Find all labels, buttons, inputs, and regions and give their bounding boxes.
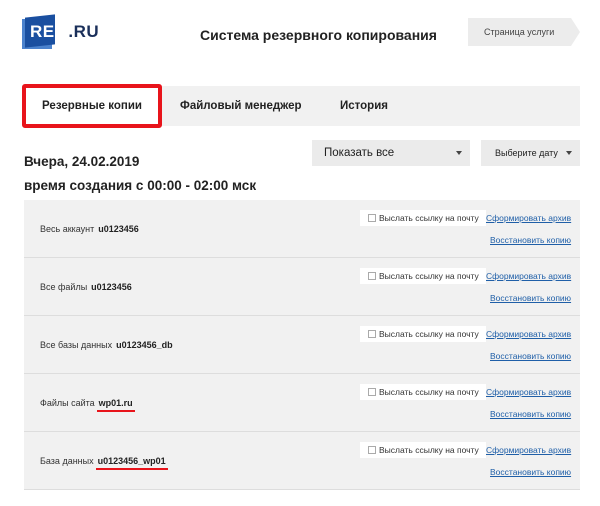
row-value: u0123456: [91, 282, 132, 292]
row-value-text: u0123456_wp01: [97, 456, 166, 466]
send-email-label: Выслать ссылку на почту: [379, 445, 479, 455]
create-archive-link[interactable]: Сформировать архив: [486, 271, 571, 281]
backup-row: Файлы сайта wp01.ru Выслать ссылку на поч…: [24, 374, 580, 432]
restore-copy-link[interactable]: Восстановить копию: [490, 409, 571, 419]
create-archive-link[interactable]: Сформировать архив: [486, 329, 571, 339]
row-label: Файлы сайта wp01.ru: [40, 398, 135, 412]
backup-time-range: время создания с 00:00 - 02:00 мск: [24, 178, 257, 193]
send-email-checkbox[interactable]: [368, 330, 376, 338]
logo-text-suffix: .RU: [68, 22, 100, 41]
date-select-value: Выберите дату: [495, 148, 558, 158]
chevron-down-icon: [456, 151, 462, 155]
send-email-option[interactable]: Выслать ссылку на почту: [360, 210, 486, 226]
show-filter-value: Показать все: [324, 147, 395, 159]
row-value: u0123456: [98, 224, 139, 234]
logo-text: REG.RU: [30, 22, 99, 42]
row-label: Все файлы u0123456: [40, 282, 132, 292]
date-select[interactable]: Выберите дату: [481, 140, 580, 166]
send-email-label: Выслать ссылку на почту: [379, 271, 479, 281]
row-label-text: База данных: [40, 456, 94, 466]
send-email-option[interactable]: Выслать ссылку на почту: [360, 442, 486, 458]
reg-ru-logo[interactable]: REG.RU: [22, 14, 102, 49]
send-email-checkbox[interactable]: [368, 214, 376, 222]
restore-copy-link[interactable]: Восстановить копию: [490, 351, 571, 361]
send-email-label: Выслать ссылку на почту: [379, 213, 479, 223]
restore-copy-link[interactable]: Восстановить копию: [490, 235, 571, 245]
logo-text-main: REG: [30, 22, 69, 41]
create-archive-link[interactable]: Сформировать архив: [486, 445, 571, 455]
tab-file-manager[interactable]: Файловый менеджер: [180, 86, 302, 126]
send-email-option[interactable]: Выслать ссылку на почту: [360, 326, 486, 342]
backup-row: Все файлы u0123456 Выслать ссылку на почт…: [24, 258, 580, 316]
row-value: u0123456_wp01: [95, 456, 168, 470]
backup-list: Весь аккаунт u0123456 Выслать ссылку на п…: [24, 200, 580, 490]
send-email-checkbox[interactable]: [368, 446, 376, 454]
row-label-text: Файлы сайта: [40, 398, 95, 408]
restore-copy-link[interactable]: Восстановить копию: [490, 293, 571, 303]
show-filter-select[interactable]: Показать все: [312, 140, 470, 166]
send-email-label: Выслать ссылку на почту: [379, 387, 479, 397]
annotation-underline: [95, 468, 168, 470]
row-value-text: wp01.ru: [98, 398, 133, 408]
page-title: Система резервного копирования: [200, 27, 437, 43]
send-email-label: Выслать ссылку на почту: [379, 329, 479, 339]
send-email-option[interactable]: Выслать ссылку на почту: [360, 268, 486, 284]
backup-date: Вчера, 24.02.2019: [24, 154, 140, 169]
row-label: База данных u0123456_wp01: [40, 456, 168, 470]
backup-row: Все базы данных u0123456_db Выслать ссылк…: [24, 316, 580, 374]
row-label: Все базы данных u0123456_db: [40, 340, 173, 350]
send-email-checkbox[interactable]: [368, 388, 376, 396]
tab-bar: Резервные копии Файловый менеджер Истори…: [22, 86, 580, 126]
create-archive-link[interactable]: Сформировать архив: [486, 387, 571, 397]
row-label-text: Весь аккаунт: [40, 224, 95, 234]
row-label-text: Все базы данных: [40, 340, 113, 350]
row-label-text: Все файлы: [40, 282, 88, 292]
tab-history[interactable]: История: [340, 86, 388, 126]
restore-copy-link[interactable]: Восстановить копию: [490, 467, 571, 477]
backup-row: База данных u0123456_wp01 Выслать ссылку …: [24, 432, 580, 490]
backup-row: Весь аккаунт u0123456 Выслать ссылку на п…: [24, 200, 580, 258]
send-email-option[interactable]: Выслать ссылку на почту: [360, 384, 486, 400]
chevron-down-icon: [566, 151, 572, 155]
annotation-underline: [96, 410, 135, 412]
send-email-checkbox[interactable]: [368, 272, 376, 280]
tab-backups[interactable]: Резервные копии: [22, 86, 162, 126]
row-label: Весь аккаунт u0123456: [40, 224, 139, 234]
create-archive-link[interactable]: Сформировать архив: [486, 213, 571, 223]
row-value: wp01.ru: [96, 398, 135, 412]
row-value: u0123456_db: [116, 340, 173, 350]
service-page-button[interactable]: Страница услуги: [468, 18, 580, 46]
